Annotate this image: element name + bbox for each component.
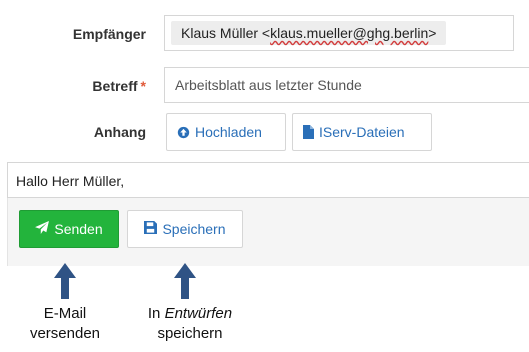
iserv-files-button[interactable]: IServ-Dateien: [292, 113, 432, 151]
save-caption-italic: Entwürfen: [164, 305, 233, 322]
required-mark: *: [140, 78, 146, 94]
recipient-label: Empfänger: [72, 26, 146, 42]
subject-label: Betreff *: [60, 78, 146, 94]
upload-button-label: Hochladen: [195, 124, 262, 140]
message-body-text: Hallo Herr Müller,: [16, 173, 125, 189]
upload-circle-icon: [177, 126, 190, 139]
message-body-editor[interactable]: Hallo Herr Müller,: [7, 162, 529, 198]
floppy-disk-icon: [144, 221, 158, 237]
save-caption-line2: speichern: [157, 325, 223, 342]
save-caption-line1: In Entwürfen: [120, 304, 260, 324]
file-icon: [303, 125, 314, 139]
upload-button[interactable]: Hochladen: [166, 113, 286, 151]
send-button-label: Senden: [54, 221, 103, 237]
subject-label-text: Betreff: [92, 78, 138, 94]
recipient-chip[interactable]: Klaus Müller <klaus.mueller@ghg.berlin>: [171, 21, 447, 45]
save-button-label: Speichern: [162, 221, 226, 237]
paper-plane-icon: [35, 221, 50, 237]
recipient-name: Klaus Müller <: [181, 25, 271, 41]
save-caption: In Entwürfen speichern: [120, 304, 260, 344]
recipient-field[interactable]: Klaus Müller <klaus.mueller@ghg.berlin>: [164, 15, 514, 51]
recipient-email: klaus.mueller@ghg.berlin: [270, 25, 429, 41]
send-caption-line2: versenden: [29, 325, 101, 342]
save-draft-button[interactable]: Speichern: [127, 210, 243, 248]
send-button[interactable]: Senden: [19, 210, 119, 248]
subject-value: Arbeitsblatt aus letzter Stunde: [175, 77, 362, 93]
save-caption-prefix: In: [147, 305, 165, 322]
up-arrow-icon: [174, 263, 196, 299]
subject-input[interactable]: Arbeitsblatt aus letzter Stunde: [164, 67, 529, 103]
recipient-close-bracket: >: [428, 25, 437, 41]
up-arrow-icon: [54, 263, 76, 299]
send-caption: E-Mail versenden: [5, 304, 125, 344]
iserv-files-label: IServ-Dateien: [319, 124, 405, 140]
compose-toolbar: Senden Speichern: [7, 198, 529, 266]
send-caption-line1: E-Mail: [43, 305, 87, 322]
attachment-label: Anhang: [93, 124, 146, 140]
